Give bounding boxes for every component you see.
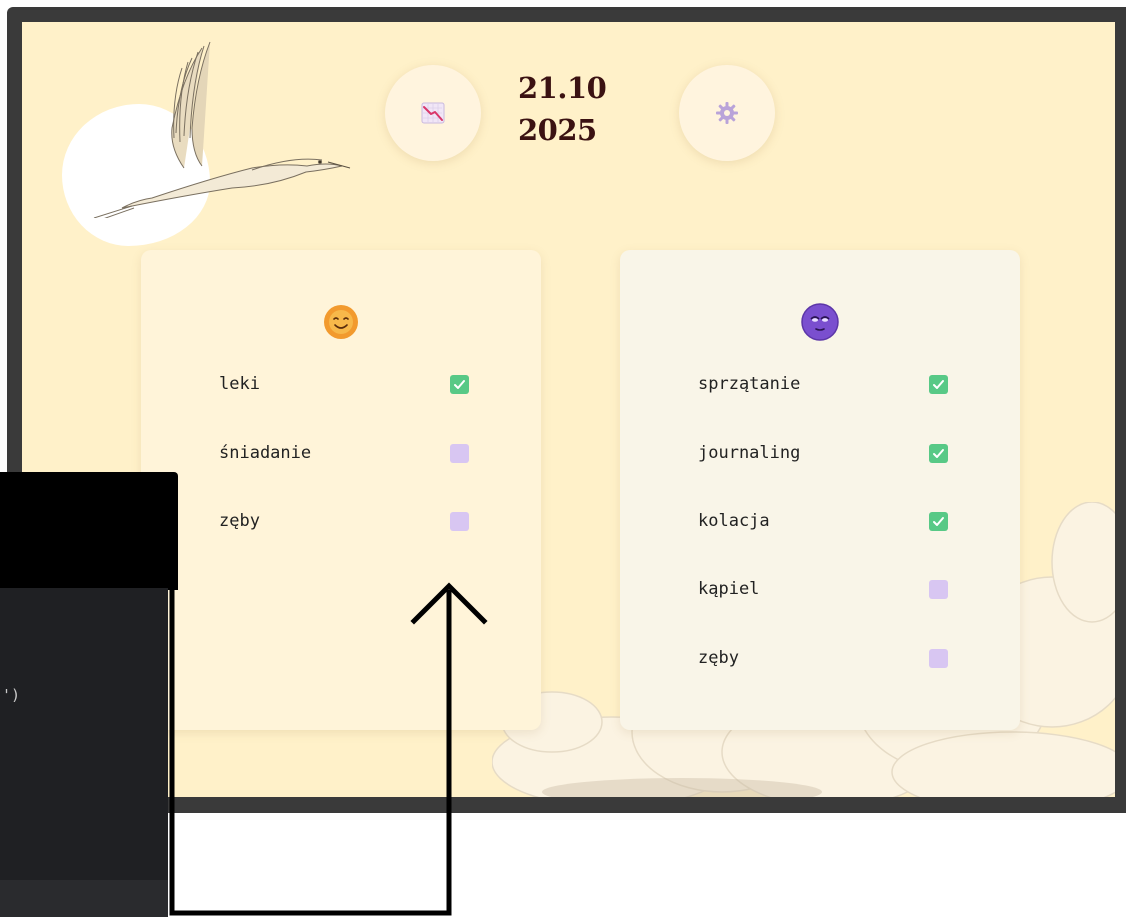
check-icon — [933, 379, 944, 389]
task-checkbox-checked[interactable] — [929, 511, 948, 531]
task-label: leki — [219, 374, 260, 394]
task-item: zęby — [698, 644, 948, 672]
task-checkbox-checked[interactable] — [929, 374, 948, 394]
task-checkbox-unchecked[interactable] — [450, 443, 469, 463]
check-icon — [933, 516, 944, 526]
gear-icon — [716, 102, 738, 124]
task-item: śniadanie — [219, 439, 469, 467]
task-checkbox-unchecked[interactable] — [929, 648, 948, 668]
morning-routine-card: leki śniadanie zęby — [141, 250, 541, 730]
task-checkbox-checked[interactable] — [450, 374, 469, 394]
task-checkbox-unchecked[interactable] — [929, 579, 948, 599]
task-label: kolacja — [698, 511, 770, 531]
task-item: leki — [219, 370, 469, 398]
editor-title-bar — [0, 472, 178, 590]
code-fragment: ') — [2, 686, 21, 704]
chart-down-icon — [421, 102, 445, 124]
task-label: kąpiel — [698, 579, 760, 599]
task-label: sprzątanie — [698, 374, 801, 394]
crane-illustration — [93, 41, 351, 218]
settings-button[interactable] — [679, 65, 775, 161]
task-label: śniadanie — [219, 443, 312, 463]
task-checkbox-checked[interactable] — [929, 443, 948, 463]
task-checkbox-unchecked[interactable] — [450, 511, 469, 531]
task-item: kąpiel — [698, 575, 948, 603]
editor-status-bar — [0, 880, 168, 917]
task-item: sprzątanie — [698, 370, 948, 398]
task-label: zęby — [698, 648, 739, 668]
date-year: 2025 — [518, 113, 597, 147]
code-editor-panel: ') — [0, 588, 168, 917]
stats-button[interactable] — [385, 65, 481, 161]
current-date: 21.10 2025 — [518, 67, 628, 151]
smiling-sun-icon — [324, 305, 358, 339]
task-item: journaling — [698, 439, 948, 467]
habit-tracker-app: 21.10 2025 leki śniadanie zęby sprzątani… — [22, 22, 1115, 797]
check-icon — [933, 448, 944, 458]
task-label: journaling — [698, 443, 801, 463]
check-icon — [454, 379, 465, 389]
date-day-month: 21.10 — [518, 71, 607, 105]
task-label: zęby — [219, 511, 260, 531]
task-item: zęby — [219, 507, 469, 535]
task-item: kolacja — [698, 507, 948, 535]
moon-face-icon — [801, 303, 839, 341]
evening-routine-card: sprzątanie journaling kolacja kąpiel zęb… — [620, 250, 1020, 730]
